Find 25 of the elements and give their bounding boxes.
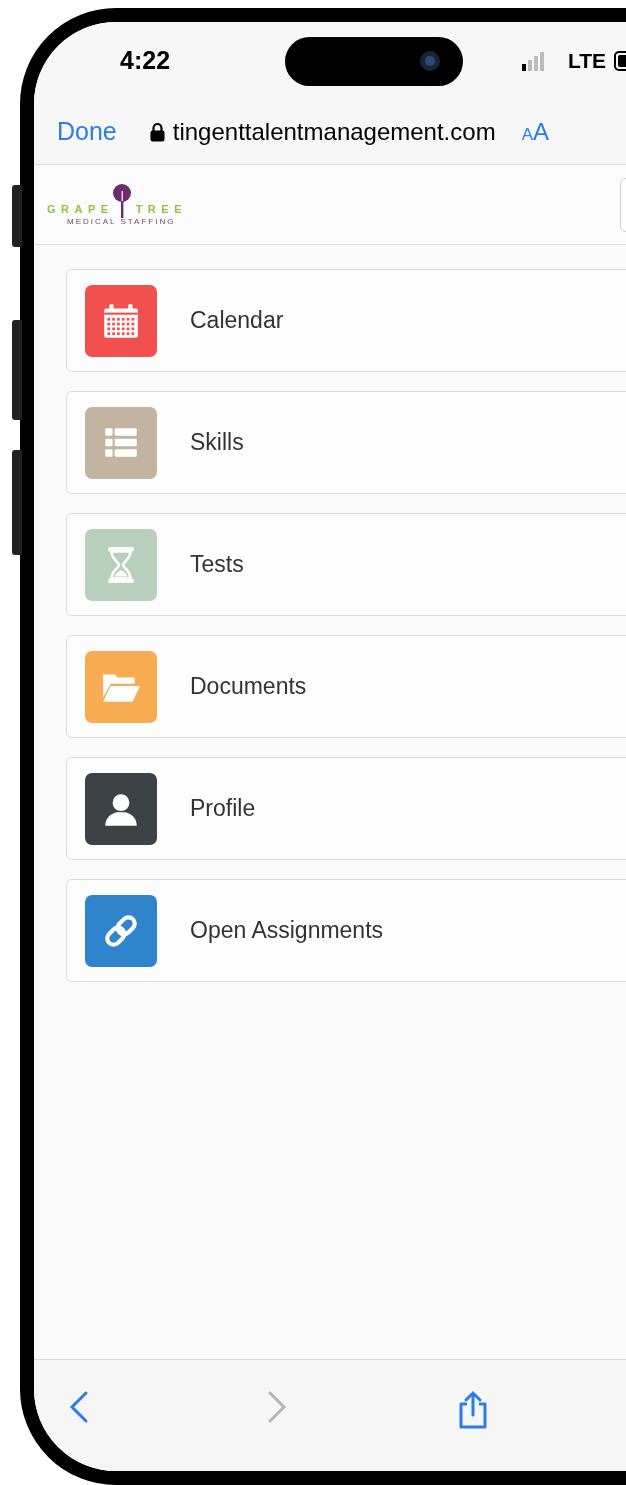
- done-button[interactable]: Done: [57, 113, 117, 151]
- menu-item[interactable]: Profile: [66, 757, 626, 860]
- menu-label: Skills: [190, 428, 244, 458]
- menu-label: Documents: [190, 672, 307, 702]
- menu-label: Tests: [190, 550, 244, 580]
- text-size-button[interactable]: AA: [521, 114, 549, 150]
- lock-icon: [149, 122, 165, 142]
- menu-item[interactable]: Open Assignments: [66, 879, 626, 982]
- menu-label: Profile: [190, 794, 256, 824]
- camera-icon: [419, 50, 441, 72]
- logo-tagline: MEDICAL STAFFING: [67, 217, 176, 226]
- url-text: tingenttalentmanagement.com: [172, 117, 496, 147]
- tree-icon: [111, 183, 132, 218]
- logo-text: GRAPE: [47, 202, 114, 217]
- back-button[interactable]: [68, 1390, 90, 1424]
- signal-icon: [522, 51, 546, 71]
- logo-text: TREE: [135, 202, 187, 217]
- clock-time: 4:22: [120, 45, 172, 77]
- menu-item[interactable]: Tests: [66, 513, 626, 616]
- menu-item[interactable]: Documents: [66, 635, 626, 738]
- network-label: LTE: [568, 48, 607, 75]
- menu-item[interactable]: Calendar: [66, 269, 626, 372]
- menu-item[interactable]: Skills: [66, 391, 626, 494]
- menu-label: Calendar: [190, 306, 284, 336]
- menu-label: Open Assignments: [190, 916, 384, 946]
